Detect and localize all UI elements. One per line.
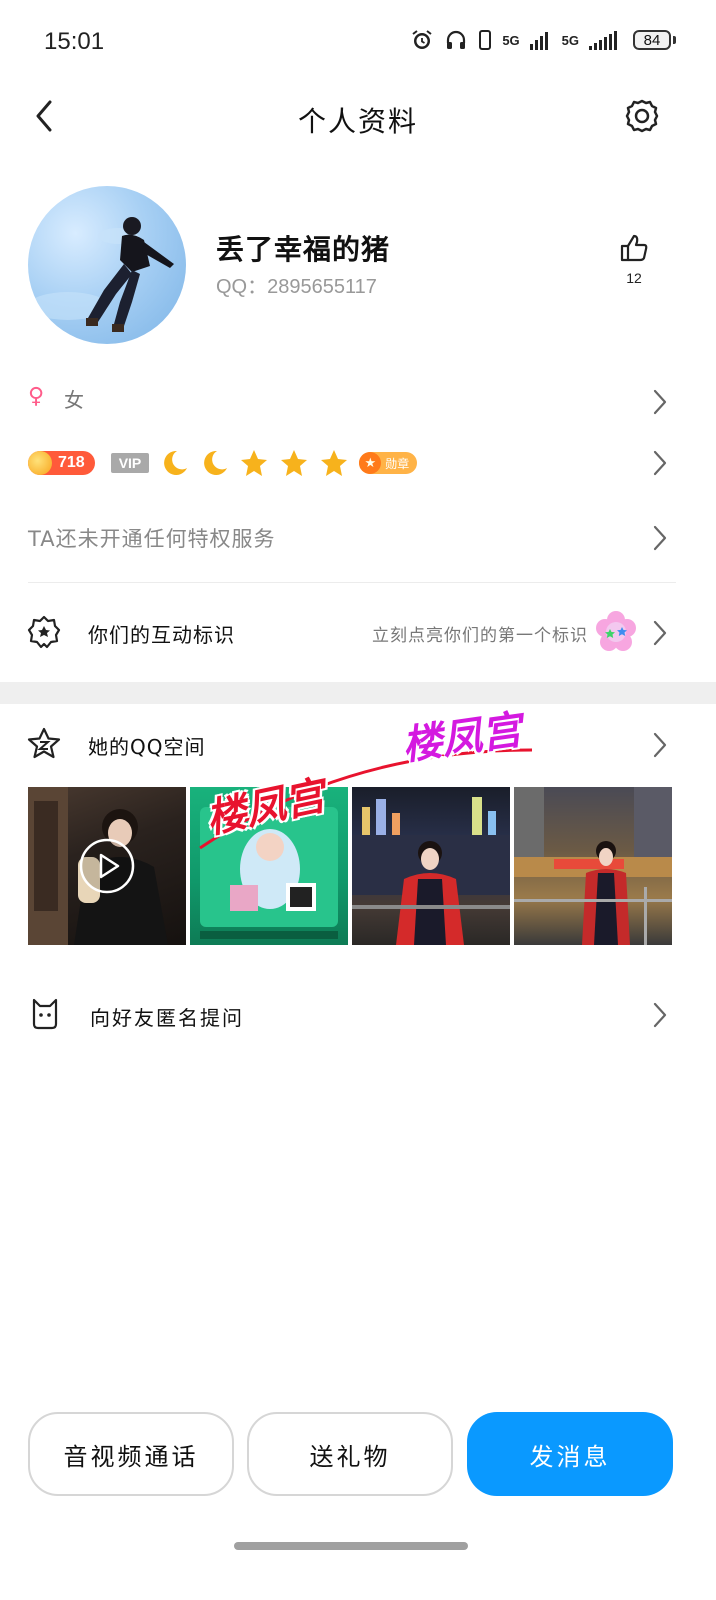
flower-icon (596, 611, 636, 651)
star-icon (281, 450, 308, 476)
vibrate-icon (479, 30, 492, 50)
chevron-right-icon[interactable] (652, 619, 668, 647)
medal-label: 勋章 (385, 456, 410, 471)
chevron-right-icon[interactable] (652, 1001, 668, 1029)
settings-button[interactable] (622, 96, 662, 136)
medal-badge: ★ 勋章 (359, 452, 418, 474)
divider (28, 582, 676, 583)
section-gap (0, 682, 716, 704)
battery-tip (673, 36, 676, 44)
battery-level: 84 (643, 31, 661, 49)
qzone-photo[interactable] (28, 787, 186, 945)
level-coin-icon (28, 451, 52, 475)
home-indicator[interactable] (234, 1542, 468, 1550)
qzone-title: 她的QQ空间 (88, 735, 206, 759)
like-count: 12 (626, 270, 642, 286)
gender-row[interactable] (0, 370, 716, 430)
moon-icon (204, 450, 228, 475)
privilege-text: TA还未开通任何特权服务 (28, 527, 276, 551)
level-number: 718 (58, 454, 85, 471)
send-message-button[interactable]: 发消息 (467, 1412, 673, 1496)
signal-icon (529, 32, 548, 50)
status-icons: 5G 5G 84 (410, 28, 676, 52)
chevron-right-icon[interactable] (652, 731, 668, 759)
status-time: 15:01 (44, 28, 105, 55)
chevron-right-icon[interactable] (652, 449, 668, 477)
alarm-icon (412, 30, 432, 49)
video-call-button[interactable]: 音视频通话 (28, 1412, 234, 1496)
badge-star-icon: ★ (359, 452, 382, 474)
gender-text: 女 (64, 388, 84, 412)
qq-number: QQ：2895655117 (216, 276, 377, 298)
ask-title: 向好友匿名提问 (90, 1006, 244, 1030)
interaction-title: 你们的互动标识 (88, 623, 235, 647)
badges: 718 VIP ★ 勋章 (28, 448, 418, 478)
photo-content (514, 787, 672, 945)
badge-star-icon (27, 615, 61, 649)
play-icon[interactable] (77, 836, 137, 896)
star-icon (321, 450, 348, 476)
thumbs-up-icon (620, 234, 648, 262)
moon-icon (164, 450, 188, 475)
qzone-photo[interactable] (514, 787, 672, 945)
level-badge: 718 (28, 451, 95, 475)
avatar-photo (28, 217, 174, 332)
send-gift-button[interactable]: 送礼物 (247, 1412, 453, 1496)
star-icon (241, 450, 268, 476)
page-title: 个人资料 (297, 105, 418, 138)
network-label-2: 5G (561, 32, 579, 48)
anonymous-cat-icon (32, 998, 58, 1030)
qzone-star-icon (27, 727, 61, 759)
chevron-right-icon[interactable] (652, 524, 668, 552)
female-icon: ♀ (28, 384, 45, 409)
avatar[interactable] (28, 186, 186, 344)
nickname: 丢了幸福的猪 (216, 233, 391, 266)
signal-icon (589, 31, 617, 50)
settings-gear-icon (625, 99, 659, 133)
battery-icon: 84 (633, 30, 671, 50)
vip-badge: VIP (110, 453, 150, 473)
interaction-hint: 立刻点亮你们的第一个标识 (372, 626, 588, 646)
network-label-1: 5G (502, 32, 520, 48)
chevron-right-icon[interactable] (652, 388, 668, 416)
headphones-icon (447, 30, 466, 49)
like-button[interactable]: 12 (612, 232, 656, 286)
